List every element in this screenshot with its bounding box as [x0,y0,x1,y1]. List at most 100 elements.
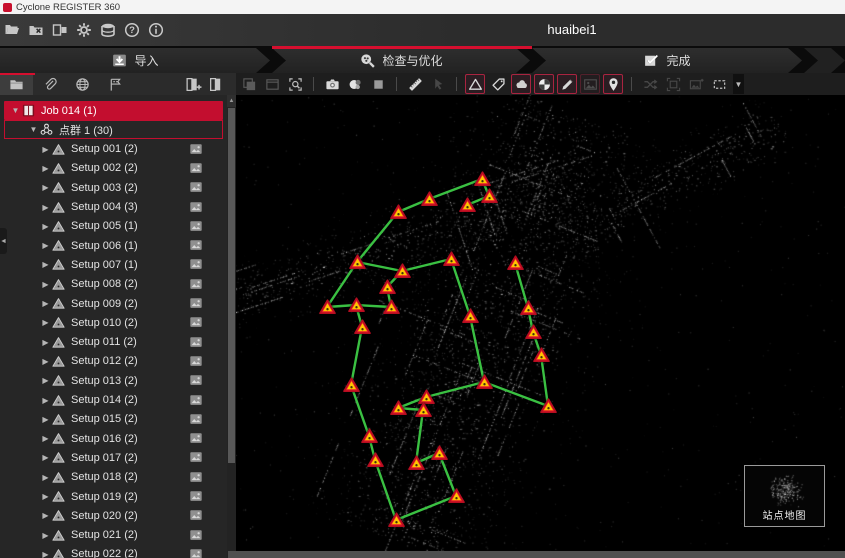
setup-marker[interactable] [533,347,550,363]
setup-thumbnail-button[interactable] [189,142,203,156]
sidebar-tab-paperclip[interactable] [33,73,66,95]
setup-marker[interactable] [421,191,438,207]
jobs-panel-button[interactable] [207,75,226,94]
measure-button[interactable] [405,74,425,94]
tree-caret-icon[interactable]: ▶ [40,318,51,327]
help-button[interactable]: ? [120,17,144,43]
setup-thumbnail-button[interactable] [189,180,203,194]
window-button[interactable] [262,74,282,94]
colors-button[interactable] [345,74,365,94]
settings-gear-button[interactable] [72,17,96,43]
cloud-button[interactable] [511,74,531,94]
setup-marker[interactable] [367,452,384,468]
setup-thumbnail-button[interactable] [189,161,203,175]
tree-caret-icon[interactable]: ▶ [40,492,51,501]
setup-marker[interactable] [448,488,465,504]
tree-caret-icon[interactable]: ▶ [40,473,51,482]
select-rect-button[interactable] [709,74,729,94]
expand-button[interactable] [663,74,683,94]
zoom-selection-button[interactable] [285,74,305,94]
copy-button[interactable] [239,74,259,94]
tree-caret-icon[interactable]: ▶ [40,511,51,520]
setup-marker[interactable] [354,319,371,335]
tree-caret-icon[interactable]: ▶ [40,164,51,173]
setup-marker[interactable] [388,512,405,528]
setup-marker[interactable] [379,279,396,295]
setup-thumbnail-button[interactable] [189,470,203,484]
tree-item-setup-011-2[interactable]: ▶Setup 011 (2) [0,333,227,352]
setup-thumbnail-button[interactable] [189,547,203,558]
setup-marker[interactable] [431,445,448,461]
tree-item-setup-018-2[interactable]: ▶Setup 018 (2) [0,468,227,487]
setup-marker[interactable] [507,255,524,271]
pin-button[interactable] [603,74,623,94]
setup-thumbnail-button[interactable] [189,412,203,426]
tree-caret-icon[interactable]: ▶ [40,280,51,289]
setup-thumbnail-button[interactable] [189,296,203,310]
tree-item-setup-007-1[interactable]: ▶Setup 007 (1) [0,255,227,274]
shuffle-button[interactable] [640,74,660,94]
tree-caret-icon[interactable]: ▶ [40,241,51,250]
tree-item-job-014-1[interactable]: ▼Job 014 (1) [4,101,223,120]
tree-caret-icon[interactable]: ▶ [40,357,51,366]
stop-square-button[interactable] [368,74,388,94]
setup-thumbnail-button[interactable] [189,200,203,214]
tree-item-setup-022-2[interactable]: ▶Setup 022 (2) [0,545,227,558]
tree-caret-icon[interactable]: ▶ [40,376,51,385]
tree-caret-icon[interactable]: ▶ [40,183,51,192]
setup-marker[interactable] [462,308,479,324]
tree-caret-icon[interactable]: ▶ [40,203,51,212]
tree-item-setup-008-2[interactable]: ▶Setup 008 (2) [0,275,227,294]
setup-marker[interactable] [361,428,378,444]
tab-import[interactable]: 导入 [0,48,270,73]
tree-caret-icon[interactable]: ▶ [40,145,51,154]
setup-thumbnail-button[interactable] [189,257,203,271]
open-project-button[interactable] [0,17,24,43]
setup-thumbnail-button[interactable] [189,315,203,329]
tree-item-setup-017-2[interactable]: ▶Setup 017 (2) [0,448,227,467]
map-viewport[interactable]: 站点地图 [236,95,845,551]
setup-marker[interactable] [520,300,537,316]
scrollbar-thumb[interactable] [228,108,235,463]
setup-marker[interactable] [408,455,425,471]
camera-button[interactable] [322,74,342,94]
close-project-button[interactable] [24,17,48,43]
tree-caret-icon[interactable]: ▶ [40,338,51,347]
image-add-button[interactable] [686,74,706,94]
storage-button[interactable] [96,17,120,43]
sidebar-tab-flag[interactable] [99,73,132,95]
tag-button[interactable] [488,74,508,94]
setup-thumbnail-button[interactable] [189,219,203,233]
setup-marker[interactable] [481,188,498,204]
tree-item-setup-010-2[interactable]: ▶Setup 010 (2) [0,313,227,332]
tree-item-setup-009-2[interactable]: ▶Setup 009 (2) [0,294,227,313]
tree-caret-icon[interactable]: ▶ [40,453,51,462]
tree-item-setup-016-2[interactable]: ▶Setup 016 (2) [0,429,227,448]
scrollbar-up-icon[interactable]: ▲ [227,95,236,107]
tree-caret-icon[interactable]: ▶ [40,260,51,269]
add-job-button[interactable] [184,75,203,94]
setup-marker[interactable] [348,297,365,313]
setup-thumbnail-button[interactable] [189,238,203,252]
setup-marker[interactable] [415,402,432,418]
setup-marker[interactable] [443,251,460,267]
tree-item-setup-015-2[interactable]: ▶Setup 015 (2) [0,410,227,429]
setup-marker[interactable] [319,299,336,315]
import-project-button[interactable] [48,17,72,43]
sidebar-tab-globe[interactable] [66,73,99,95]
tab-finish[interactable]: 完成 [532,48,802,73]
tab-review-optimize[interactable]: 检查与优化 [272,48,530,73]
tree-caret-icon[interactable]: ▼ [10,106,21,115]
setup-marker[interactable] [525,324,542,340]
tree-caret-icon[interactable]: ▶ [40,222,51,231]
setup-marker[interactable] [540,398,557,414]
setup-thumbnail-button[interactable] [189,450,203,464]
setup-thumbnail-button[interactable] [189,335,203,349]
tree-item-setup-013-2[interactable]: ▶Setup 013 (2) [0,371,227,390]
triangle-marker-button[interactable] [465,74,485,94]
sidebar-scrollbar[interactable]: ▲ [227,95,236,558]
tree-item-setup-002-2[interactable]: ▶Setup 002 (2) [0,159,227,178]
pencil-button[interactable] [557,74,577,94]
tree-item-setup-019-2[interactable]: ▶Setup 019 (2) [0,487,227,506]
setup-thumbnail-button[interactable] [189,508,203,522]
